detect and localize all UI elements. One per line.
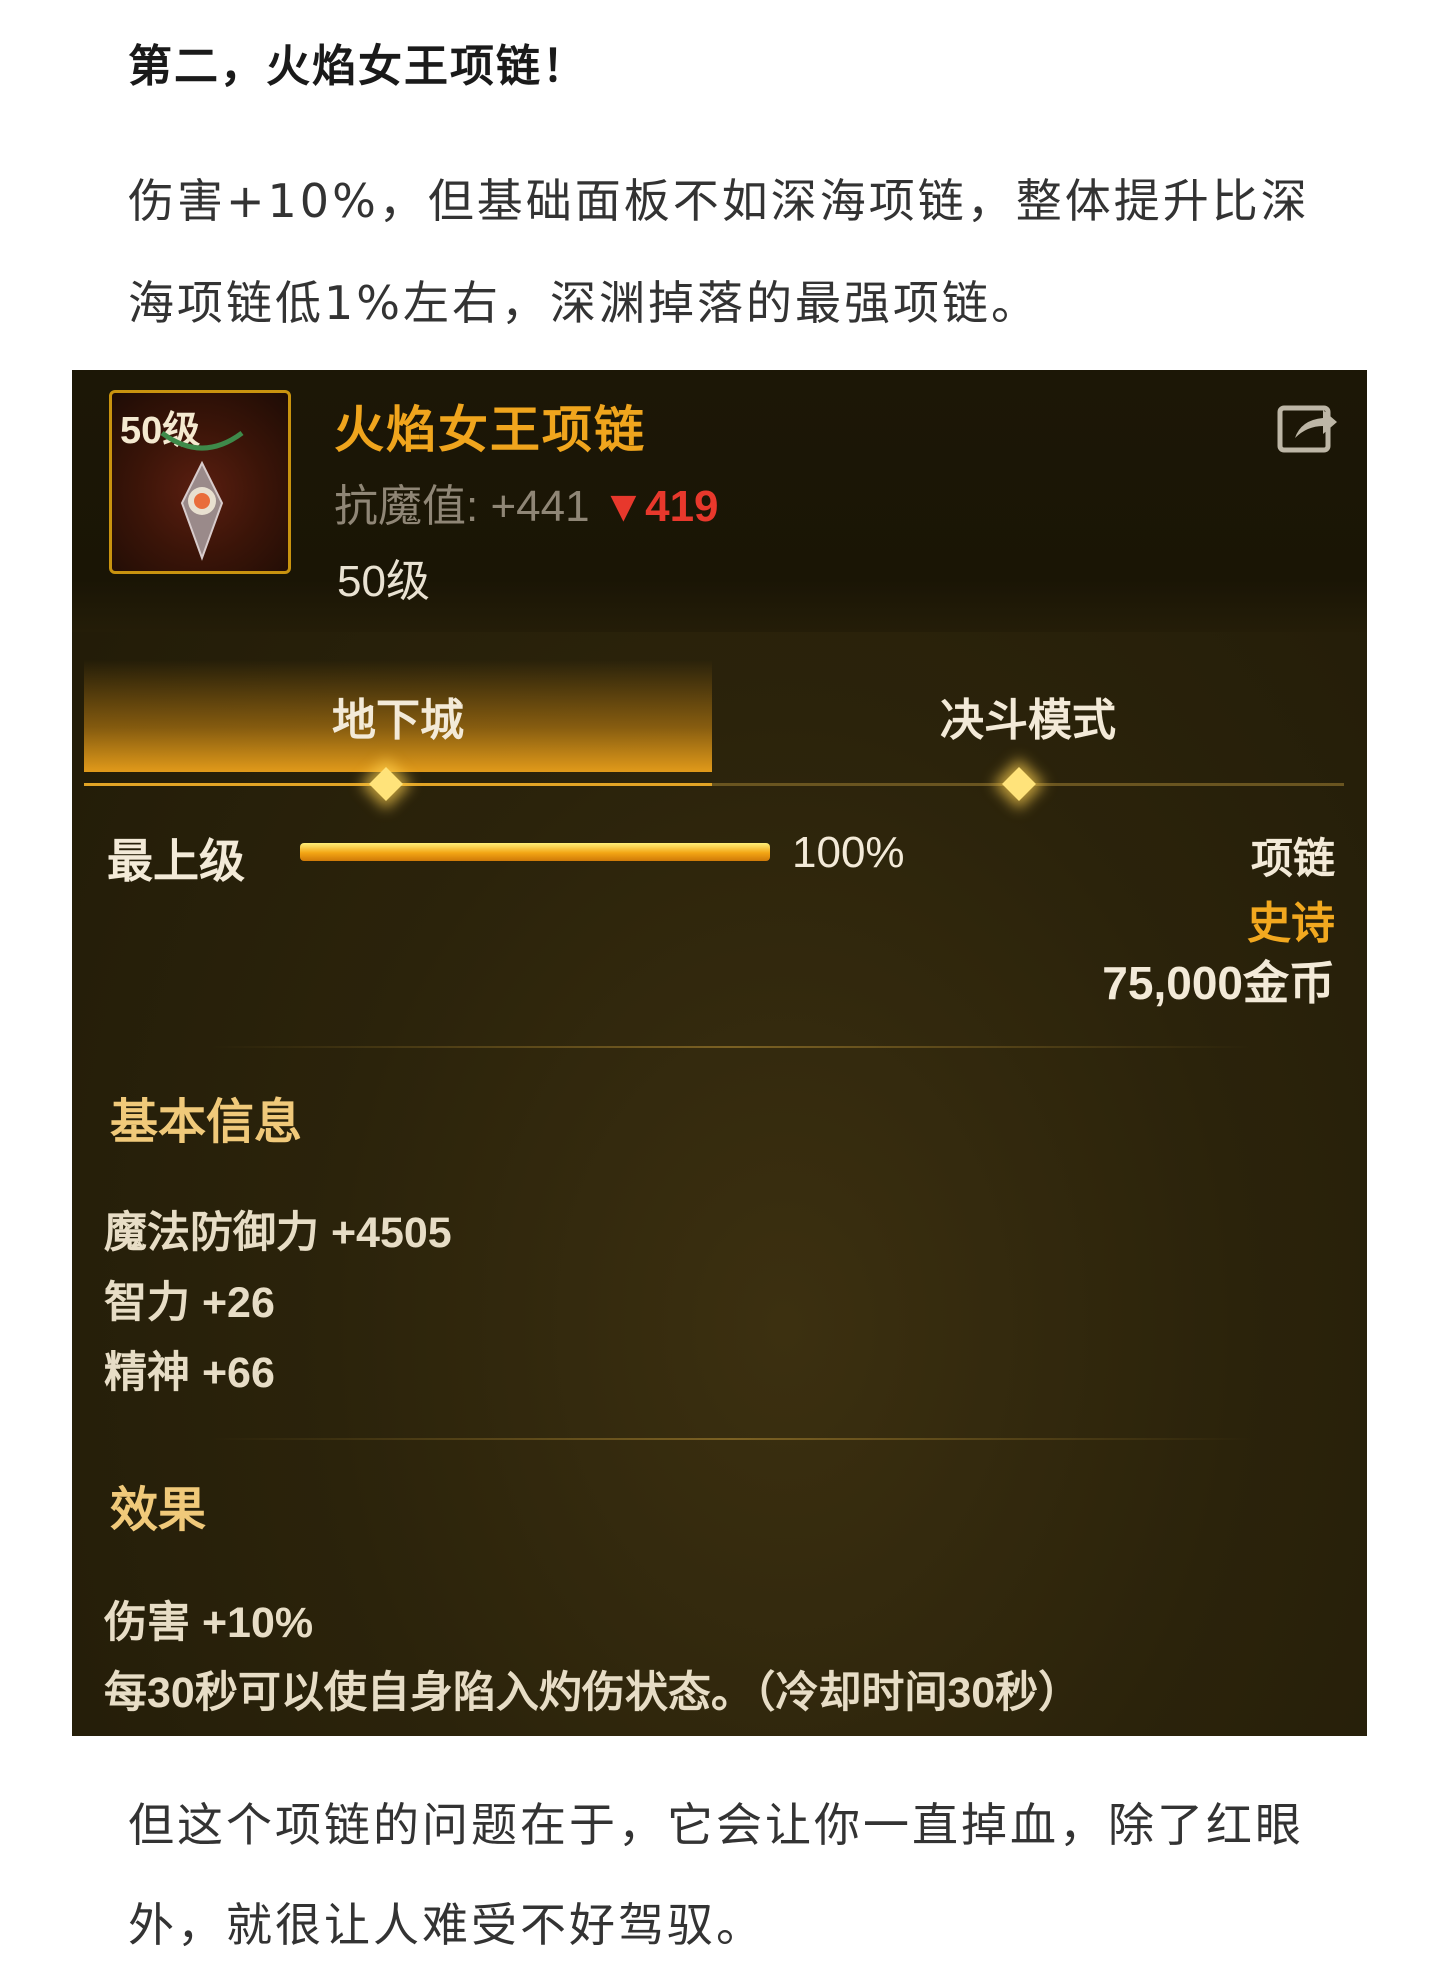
grade-label: 最上级 (107, 835, 245, 887)
item-price: 75,000金币 (1102, 957, 1335, 1009)
basic-info-line: 精神 +66 (104, 1349, 275, 1397)
tab-duel-mode[interactable]: 决斗模式 (712, 660, 1344, 772)
grade-progress-bar (300, 843, 770, 861)
item-level: 50级 (337, 557, 430, 606)
basic-info-title: 基本信息 (110, 1096, 303, 1149)
tab-duel-marker (1002, 767, 1036, 801)
article-paragraph-2: 但这个项链的问题在于，它会让你一直掉血，除了红眼外，就很让人难受不好驾驭。 (128, 1798, 1304, 1952)
item-name: 火焰女王项链 (334, 402, 646, 458)
item-tooltip-panel: 50级 火焰女王项链 抗魔值: +441 ▼419 50级 地下城 决斗模式 最上… (72, 370, 1367, 1736)
item-rarity: 史诗 (1247, 899, 1335, 948)
tab-dungeon-marker (369, 767, 403, 801)
share-icon[interactable] (1277, 398, 1339, 454)
mode-tabs: 地下城 决斗模式 (84, 660, 1344, 772)
item-icon[interactable]: 50级 (109, 390, 291, 574)
divider (212, 1438, 1252, 1440)
effects-title: 效果 (110, 1484, 207, 1537)
grade-progress-fill (300, 843, 770, 861)
necklace-icon (160, 430, 244, 561)
item-type: 项链 (1250, 835, 1335, 882)
effect-line: 每30秒可以使自身陷入灼伤状态。（冷却时间30秒） (104, 1669, 1082, 1717)
grade-progress-text: 100% (792, 828, 905, 877)
stat-change-down: ▼419 (601, 482, 719, 531)
stat-value: 抗魔值: +441 (334, 482, 590, 531)
article-paragraph-1: 伤害+10%，但基础面板不如深海项链，整体提升比深海项链低1%左右，深渊掉落的最… (128, 174, 1310, 330)
effect-line: 伤害 +10% (104, 1599, 314, 1647)
divider (212, 1046, 1252, 1048)
basic-info-line: 智力 +26 (104, 1279, 275, 1327)
tab-dungeon[interactable]: 地下城 (84, 660, 712, 772)
item-stat: 抗魔值: +441 ▼419 (334, 470, 719, 534)
article-heading: 第二，火焰女王项链！ (128, 41, 588, 92)
basic-info-line: 魔法防御力 +4505 (104, 1209, 452, 1257)
